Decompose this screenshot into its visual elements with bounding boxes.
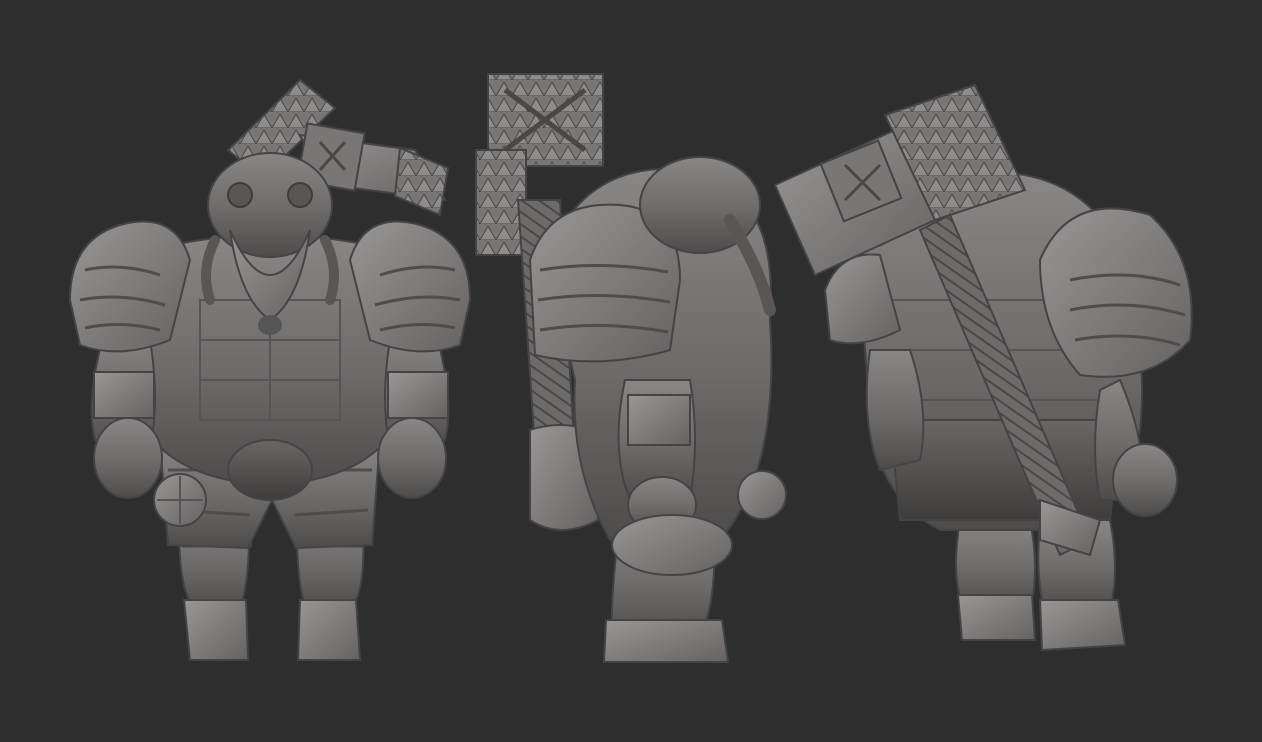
sculpt-render — [68, 73, 1193, 663]
side-view-figure — [475, 73, 787, 663]
back-shoulder-pad — [1038, 207, 1193, 378]
back-view-figure — [773, 83, 1193, 652]
front-view-figure — [68, 78, 472, 661]
sculpt-viewport — [0, 0, 1262, 742]
